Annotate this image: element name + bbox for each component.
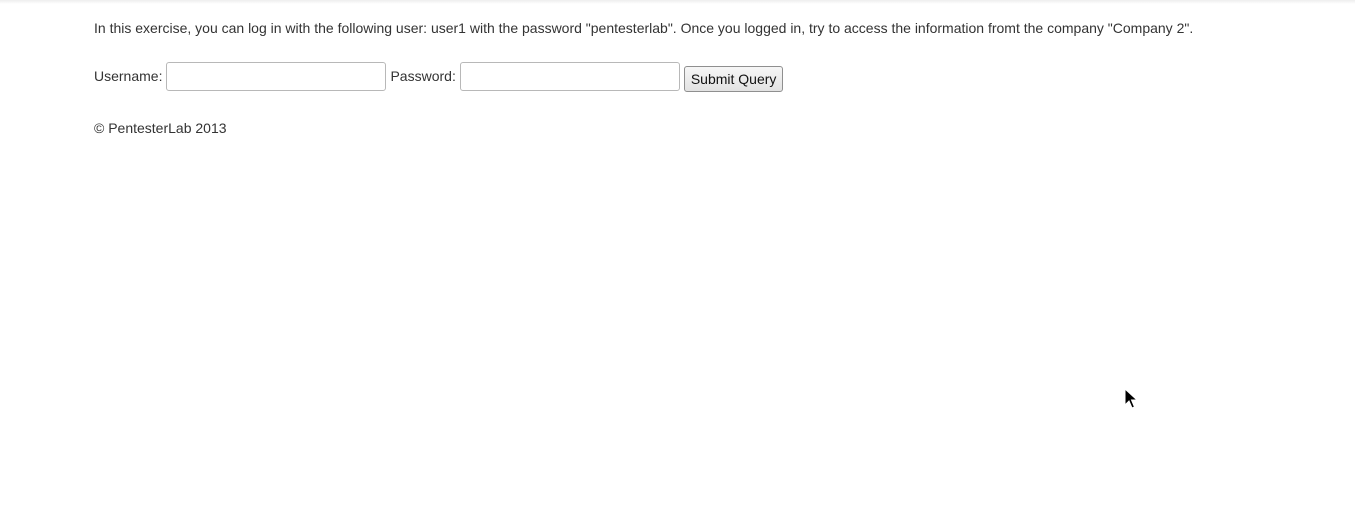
submit-query-button[interactable]: Submit Query <box>683 66 784 92</box>
password-input[interactable] <box>459 61 680 91</box>
login-form: Username: Password: Submit Query <box>94 60 784 92</box>
password-label: Password: <box>390 68 456 84</box>
mouse-pointer-icon <box>1124 388 1138 409</box>
footer-copyright: © PentesterLab 2013 <box>94 120 227 136</box>
exercise-instructions: In this exercise, you can log in with th… <box>94 20 1194 36</box>
username-input[interactable] <box>166 61 387 91</box>
username-label: Username: <box>94 68 163 84</box>
top-shadow <box>0 0 1355 4</box>
